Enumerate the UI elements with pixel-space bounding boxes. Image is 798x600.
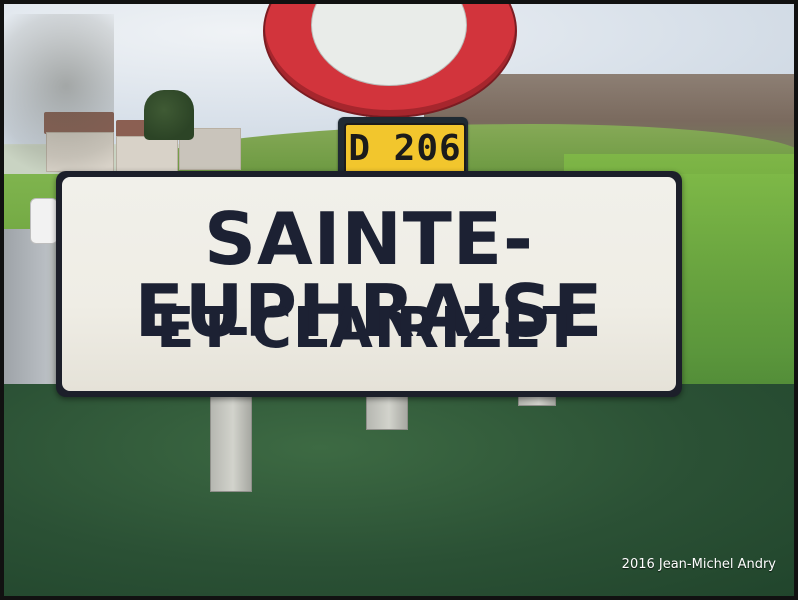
town-sign: SAINTE-EUPHRAISE ET-CLAIRIZET <box>56 171 682 397</box>
route-plate: D 206 <box>338 117 468 177</box>
watermark: 2016 Jean-Michel Andry <box>621 557 776 572</box>
parked-car <box>30 198 58 244</box>
bare-tree <box>4 14 114 194</box>
town-name-line-2: ET-CLAIRIZET <box>156 296 582 361</box>
town-sign-face: SAINTE-EUPHRAISE ET-CLAIRIZET <box>62 177 676 391</box>
route-number: D 206 <box>348 128 462 169</box>
route-plate-yellow: D 206 <box>344 123 466 175</box>
photo-frame: D 206 SAINTE-EUPHRAISE ET-CLAIRIZET 2016… <box>0 0 798 600</box>
sign-post-left <box>210 394 252 492</box>
house-2 <box>116 136 178 172</box>
trees <box>144 90 194 140</box>
round-sign <box>263 4 517 118</box>
photo: D 206 SAINTE-EUPHRAISE ET-CLAIRIZET 2016… <box>4 4 794 596</box>
